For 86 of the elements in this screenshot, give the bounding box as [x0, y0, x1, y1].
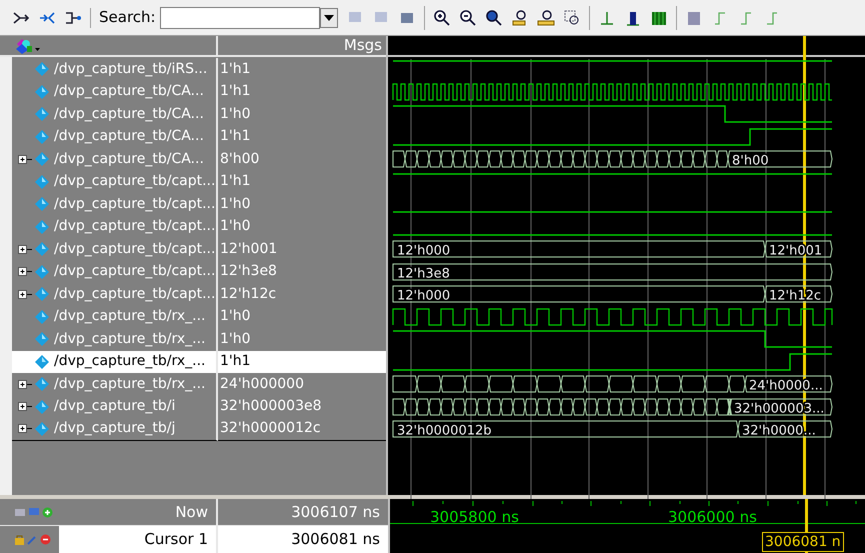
- bus-value: 32'h0000012b: [397, 424, 492, 438]
- search-label: Search:: [99, 7, 156, 28]
- signal-name: /dvp_capture_tb/CA...: [54, 82, 204, 102]
- bus-value: 8'h00: [732, 154, 769, 168]
- expand-plus-icon[interactable]: [18, 154, 32, 164]
- time-tick-label: 3006000 ns: [668, 507, 757, 528]
- signal-diamond-icon: [35, 130, 49, 144]
- signal-value: 8'h00: [220, 150, 260, 169]
- signal-name: /dvp_capture_tb/capt...: [54, 240, 216, 259]
- signal-row[interactable]: /dvp_capture_tb/rx_... 1'h1: [12, 350, 386, 373]
- signal-diamond-icon: [35, 242, 49, 256]
- signal-value: 1'h1: [220, 172, 251, 192]
- signal-value: 1'h0: [220, 194, 251, 214]
- signal-diamond-icon: [35, 377, 49, 392]
- signal-name: /dvp_capture_tb/iRS...: [54, 60, 208, 79]
- zoom-full-icon[interactable]: [484, 8, 503, 26]
- signal-value: 24'h000000: [220, 374, 304, 394]
- bus-value: 12'h000: [397, 244, 450, 258]
- add-icon[interactable]: [42, 506, 53, 518]
- signal-diamond-icon: [35, 174, 49, 189]
- signal-name: /dvp_capture_tb/capt...: [54, 172, 216, 192]
- signal-name: /dvp_capture_tb/rx_...: [54, 330, 206, 349]
- signal-diamond-icon: [35, 220, 49, 234]
- signal-type-icon[interactable]: [16, 38, 42, 54]
- signal-name: /dvp_capture_tb/rx_...: [54, 374, 206, 394]
- zoom-region-icon[interactable]: [562, 8, 581, 26]
- signal-diamond-icon: [35, 422, 49, 436]
- signal-diamond-icon: [35, 84, 49, 99]
- signal-diamond-icon: [35, 400, 49, 414]
- signal-name: /dvp_capture_tb/capt...: [54, 217, 216, 236]
- bus-value: 12'h3e8: [397, 266, 450, 281]
- signal-value: 12'h001: [220, 240, 278, 259]
- lock-icon[interactable]: [14, 534, 25, 545]
- signal-name: /dvp_capture_tb/rx_...: [54, 352, 206, 372]
- signal-name: /dvp_capture_tb/CA...: [54, 127, 204, 146]
- signal-value: 1'h1: [220, 82, 251, 102]
- signal-diamond-icon: [35, 310, 49, 324]
- expand-plus-icon[interactable]: [18, 424, 32, 434]
- search-field[interactable]: [160, 6, 320, 28]
- signal-value: 12'h12c: [220, 284, 276, 304]
- dropdown-button[interactable]: [320, 8, 338, 28]
- signal-value: 1'h1: [220, 127, 251, 146]
- expand-plus-icon[interactable]: [18, 244, 32, 254]
- signal-diamond-icon: [35, 152, 49, 166]
- expand-plus-icon[interactable]: [18, 380, 32, 389]
- zoom-in-icon[interactable]: [432, 8, 451, 26]
- signal-name: /dvp_capture_tb/j: [54, 419, 176, 438]
- zoom-out-icon[interactable]: [458, 8, 477, 26]
- signal-name: /dvp_capture_tb/CA...: [54, 150, 204, 169]
- signal-value: 1'h1: [220, 60, 251, 79]
- signal-value: 1'h0: [220, 217, 251, 236]
- signal-diamond-icon: [35, 287, 49, 302]
- signal-name: /dvp_capture_tb/rx_...: [54, 307, 206, 326]
- cursor-time-marker: 3006081 n: [762, 532, 844, 552]
- signal-value: 1'h0: [220, 330, 251, 349]
- caret-icon: [324, 14, 334, 20]
- now-time: 3006107 ns: [291, 502, 380, 523]
- signal-diamond-icon: [35, 197, 49, 212]
- signal-diamond-icon: [35, 62, 49, 76]
- zoom-cursors-icon[interactable]: [536, 8, 555, 26]
- delete-icon[interactable]: [40, 534, 51, 545]
- signal-diamond-icon: [35, 354, 49, 369]
- signal-value: 32'h0000012c: [220, 419, 321, 438]
- cursor-name-field[interactable]: Cursor 1: [59, 526, 216, 553]
- time-tick-label: 3005800 ns: [430, 507, 519, 528]
- signal-name: /dvp_capture_tb/capt...: [54, 262, 216, 282]
- bus-value: 12'h000: [397, 288, 450, 304]
- signal-diamond-icon: [35, 107, 49, 122]
- signal-diamond-icon: [35, 332, 49, 346]
- signal-name: /dvp_capture_tb/CA...: [54, 104, 204, 124]
- expand-plus-icon[interactable]: [18, 267, 32, 276]
- expand-plus-icon[interactable]: [18, 290, 32, 299]
- signal-name: /dvp_capture_tb/capt...: [54, 284, 216, 304]
- signal-name: /dvp_capture_tb/capt...: [54, 194, 216, 214]
- signal-name: /dvp_capture_tb/i: [54, 397, 176, 416]
- signal-value: 1'h0: [220, 104, 251, 124]
- signal-value: 32'h000003e8: [220, 397, 322, 416]
- signal-value: 1'h0: [220, 307, 251, 326]
- cursor-time: 3006081 ns: [291, 529, 380, 550]
- signal-value: 1'h1: [220, 352, 251, 372]
- values-heading: Msgs: [344, 35, 382, 56]
- signal-row[interactable]: /dvp_capture_tb/j 32'h0000012c: [12, 418, 386, 440]
- now-label: Now: [175, 502, 209, 523]
- signal-diamond-icon: [35, 264, 49, 279]
- expand-plus-icon[interactable]: [18, 402, 32, 412]
- signal-value: 12'h3e8: [220, 262, 277, 282]
